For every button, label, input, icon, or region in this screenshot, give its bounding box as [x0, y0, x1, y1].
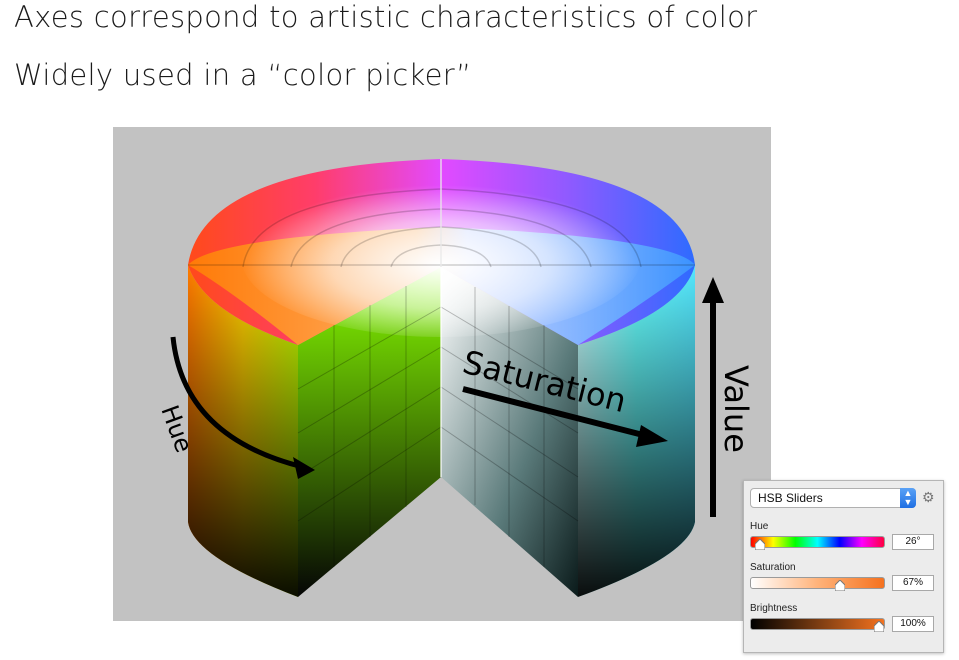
hsv-cylinder-illustration: Hue Saturation Value [155, 159, 755, 597]
value-axis-label: Value [717, 365, 755, 453]
saturation-slider[interactable] [750, 577, 885, 591]
bullet-line-2: Widely used in a “color picker” [14, 58, 472, 92]
brightness-slider-label: Brightness [750, 603, 798, 614]
chevron-up-down-icon: ▲ ▼ [900, 488, 916, 508]
hsb-sliders-panel: HSB Sliders ▲ ▼ ⚙ Hue 26° Saturation 67% … [743, 480, 944, 653]
saturation-slider-thumb[interactable] [835, 580, 846, 591]
hue-slider-label: Hue [750, 521, 769, 532]
bullet-line-1: Axes correspond to artistic characterist… [14, 0, 758, 34]
hue-slider-thumb[interactable] [755, 539, 766, 550]
brightness-value-field[interactable]: 100% [892, 616, 934, 632]
color-mode-select[interactable]: HSB Sliders ▲ ▼ [750, 488, 916, 508]
color-mode-select-label: HSB Sliders [758, 491, 823, 505]
hue-slider[interactable] [750, 536, 885, 550]
hue-value-field[interactable]: 26° [892, 534, 934, 550]
brightness-slider-thumb[interactable] [874, 621, 884, 632]
saturation-slider-label: Saturation [750, 562, 796, 573]
brightness-slider[interactable] [750, 618, 885, 632]
saturation-value-field[interactable]: 67% [892, 575, 934, 591]
hsv-cylinder-figure: Hue Saturation Value [113, 127, 771, 621]
gear-icon[interactable]: ⚙ [922, 489, 935, 506]
